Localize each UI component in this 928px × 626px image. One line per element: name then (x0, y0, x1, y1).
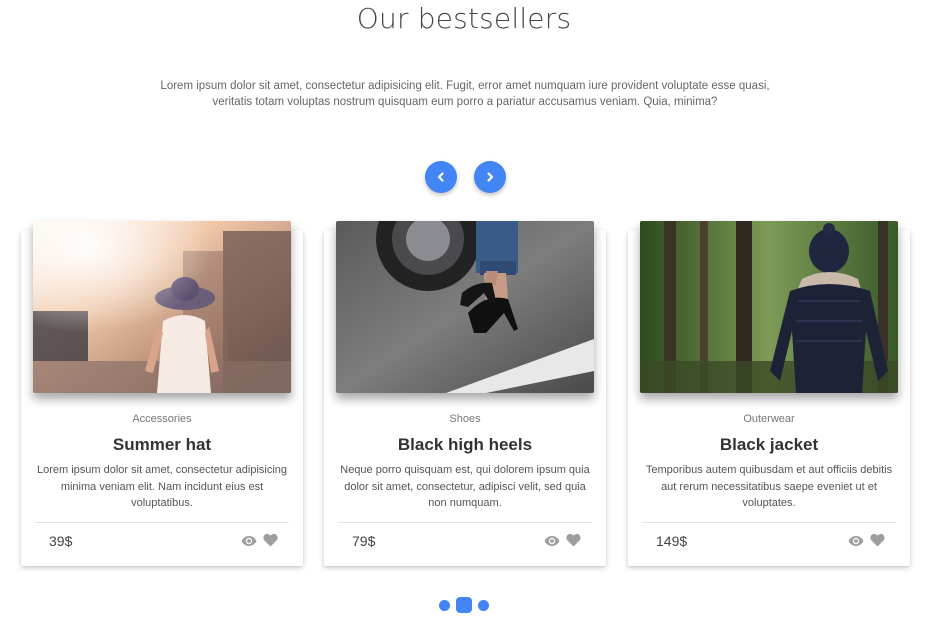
heart-icon[interactable] (263, 533, 278, 547)
product-category: Accessories (132, 413, 192, 425)
product-card[interactable]: Accessories Summer hat Lorem ipsum dolor… (21, 221, 303, 566)
chevron-right-icon (487, 172, 494, 182)
product-description: Temporibus autem quibusdam et aut offici… (645, 464, 893, 509)
carousel-next-button[interactable] (474, 161, 506, 193)
heart-icon[interactable] (566, 533, 581, 547)
product-image-summer-hat[interactable] (33, 221, 291, 393)
product-name[interactable]: Black high heels (324, 435, 606, 455)
divider (642, 522, 896, 523)
product-category: Shoes (449, 413, 481, 425)
carousel-prev-button[interactable] (425, 161, 457, 193)
divider (35, 522, 289, 523)
pagination-dot-3[interactable] (478, 599, 489, 611)
product-price: 79$ (352, 533, 376, 549)
product-card[interactable]: Outerwear Black jacket Temporibus autem … (628, 221, 910, 566)
product-name[interactable]: Summer hat (21, 435, 303, 455)
product-card[interactable]: Shoes Black high heels Neque porro quisq… (324, 221, 606, 566)
product-category: Outerwear (743, 413, 795, 425)
section-description: Lorem ipsum dolor sit amet, consectetur … (160, 80, 770, 108)
product-image-black-high-heels[interactable] (336, 221, 594, 393)
product-description: Neque porro quisquam est, qui dolorem ip… (340, 464, 590, 509)
section-title: Our bestsellers (356, 2, 572, 35)
product-price: 149$ (656, 533, 688, 549)
carousel-pagination (0, 597, 928, 613)
eye-icon[interactable] (241, 535, 257, 547)
heart-icon[interactable] (870, 533, 885, 547)
product-image-black-jacket[interactable] (640, 221, 898, 393)
divider (338, 522, 592, 523)
pagination-dot-2[interactable] (456, 597, 472, 613)
eye-icon[interactable] (848, 535, 864, 547)
product-price: 39$ (49, 533, 73, 549)
product-name[interactable]: Black jacket (628, 435, 910, 455)
pagination-dot-1[interactable] (439, 599, 450, 611)
chevron-left-icon (437, 172, 444, 182)
eye-icon[interactable] (544, 535, 560, 547)
product-description: Lorem ipsum dolor sit amet, consectetur … (36, 464, 288, 509)
